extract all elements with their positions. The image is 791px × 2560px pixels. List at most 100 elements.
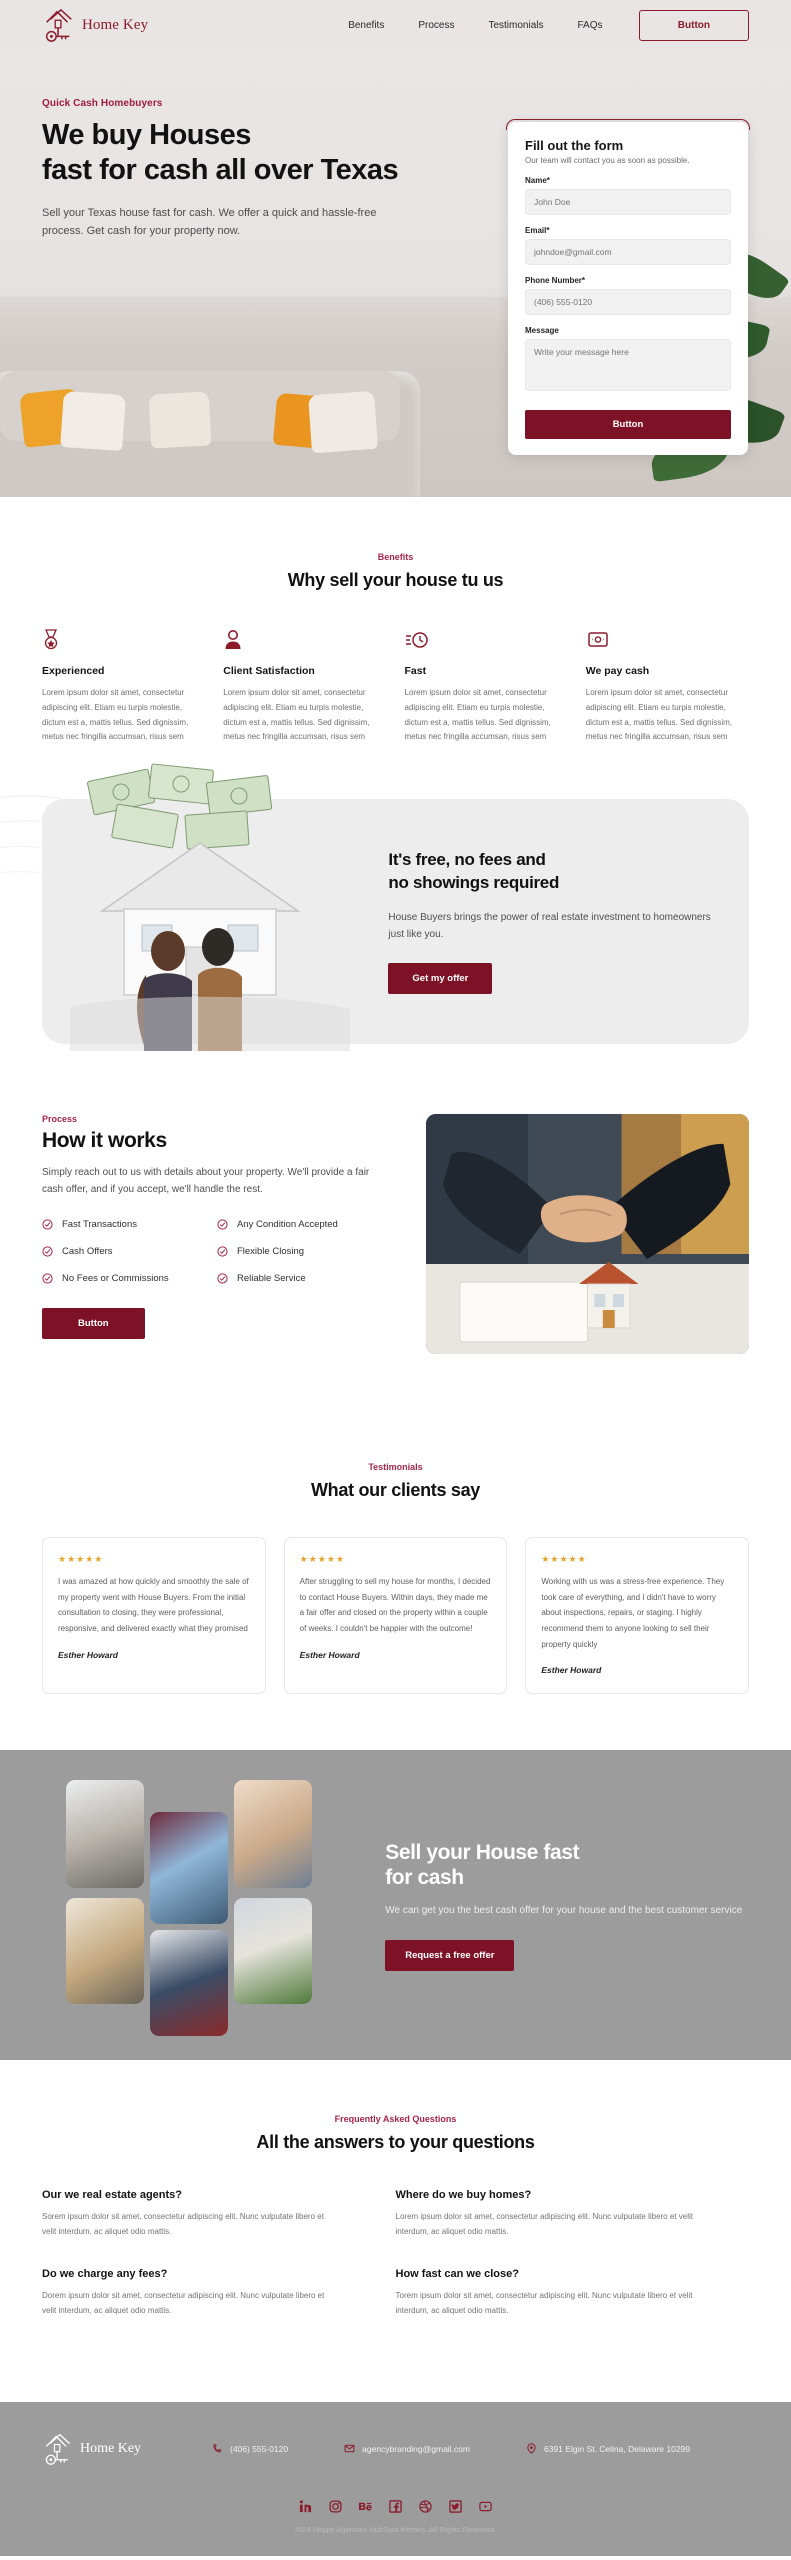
feature-item: Cash Offers xyxy=(42,1246,217,1257)
feature-label: No Fees or Commissions xyxy=(62,1272,169,1284)
feature-label: Fast Transactions xyxy=(62,1218,137,1230)
faq-item[interactable]: How fast can we close? Torem ipsum dolor… xyxy=(396,2268,750,2318)
collage-photo-hands-house xyxy=(66,1780,144,1889)
faq-item[interactable]: Our we real estate agents? Sorem ipsum d… xyxy=(42,2189,396,2239)
name-field-label: Name* xyxy=(525,176,550,185)
benefit-text: Lorem ipsum dolor sit amet, consectetur … xyxy=(223,688,370,742)
benefit-name: Client Satisfaction xyxy=(223,665,315,677)
faq-answer: Dorem ipsum dolor sit amet, consectetur … xyxy=(42,2290,325,2315)
faq-section: Frequently Asked Questions All the answe… xyxy=(0,2060,791,2402)
no-fees-card: It's free, no fees and no showings requi… xyxy=(42,763,749,1052)
person-icon xyxy=(223,629,386,651)
check-circle-icon xyxy=(217,1219,228,1230)
site-footer: Home Key (406) 555-0120 agencybranding@g… xyxy=(0,2401,791,2556)
footer-email-text: agencybranding@gmail.com xyxy=(362,2443,470,2454)
testimonial-author: Esther Howard xyxy=(58,1649,118,1660)
benefit-card-client-satisfaction: Client Satisfaction Lorem ipsum dolor si… xyxy=(223,629,386,745)
feature-item: Reliable Service xyxy=(217,1273,392,1284)
feature-label: Flexible Closing xyxy=(236,1245,305,1257)
main-nav: Benefits Process Testimonials FAQs xyxy=(348,20,602,31)
email-input[interactable] xyxy=(525,239,731,265)
footer-top-row: Home Key (406) 555-0120 agencybranding@g… xyxy=(42,2432,749,2466)
nav-item-testimonials[interactable]: Testimonials xyxy=(488,20,543,31)
footer-address-text: 6391 Elgin St. Celina, Delaware 10299 xyxy=(544,2443,691,2454)
faq-answer: Sorem ipsum dolor sit amet, consectetur … xyxy=(42,2212,324,2237)
check-circle-icon xyxy=(217,1246,228,1257)
process-section: Process How it works Simply reach out to… xyxy=(0,1084,791,1415)
testimonial-card: ★★★★★ Working with us was a stress-free … xyxy=(525,1537,750,1695)
home-key-logo-icon xyxy=(45,2433,71,2465)
get-my-offer-button[interactable]: Get my offer xyxy=(388,963,493,995)
social-links xyxy=(42,2500,749,2513)
rating-stars: ★★★★★ xyxy=(299,1554,346,1565)
footer-brand[interactable]: Home Key xyxy=(42,2432,212,2466)
phone-icon xyxy=(212,2443,223,2454)
youtube-icon[interactable] xyxy=(479,2500,492,2513)
footer-phone[interactable]: (406) 555-0120 xyxy=(212,2443,288,2454)
process-eyebrow: Process xyxy=(42,1114,78,1125)
email-field-label: Email* xyxy=(525,226,550,235)
dribbble-icon[interactable] xyxy=(419,2500,432,2513)
behance-icon[interactable] xyxy=(359,2500,372,2513)
process-image-column xyxy=(425,1114,749,1355)
faq-question: Where do we buy homes? xyxy=(395,2189,532,2202)
faq-item[interactable]: Do we charge any fees? Dorem ipsum dolor… xyxy=(42,2268,396,2318)
brand-logo-group[interactable]: Home Key xyxy=(42,7,148,43)
pillow-white-3 xyxy=(308,390,378,454)
linkedin-icon[interactable] xyxy=(299,2500,312,2513)
feature-item: Fast Transactions xyxy=(42,1219,217,1230)
cta-title-line-1: Sell your House fast xyxy=(385,1840,580,1864)
footer-email[interactable]: agencybranding@gmail.com xyxy=(344,2443,470,2454)
benefit-name: We pay cash xyxy=(585,665,650,677)
nav-item-benefits[interactable]: Benefits xyxy=(348,20,384,31)
benefit-name: Experienced xyxy=(42,665,105,677)
cta-title: Sell your House fast for cash xyxy=(385,1840,749,1890)
form-submit-button[interactable]: Button xyxy=(525,410,731,439)
testimonial-author: Esther Howard xyxy=(299,1649,360,1660)
no-fees-title-line-2: no showings required xyxy=(388,873,560,892)
name-input[interactable] xyxy=(525,189,731,215)
hero-title-line-1: We buy Houses xyxy=(42,119,251,151)
request-free-offer-button[interactable]: Request a free offer xyxy=(385,1939,515,1971)
twitter-icon[interactable] xyxy=(449,2500,462,2513)
hero-section: Quick Cash Homebuyers We buy Houses fast… xyxy=(0,50,791,497)
benefit-name: Fast xyxy=(404,665,427,677)
process-description: Simply reach out to us with details abou… xyxy=(42,1167,370,1195)
nav-item-process[interactable]: Process xyxy=(418,20,454,31)
process-title: How it works xyxy=(42,1129,167,1153)
feature-item: No Fees or Commissions xyxy=(42,1273,217,1284)
no-fees-title: It's free, no fees and no showings requi… xyxy=(388,849,717,895)
cta-text-column: Sell your House fast for cash We can get… xyxy=(367,1840,749,1971)
hero-eyebrow: Quick Cash Homebuyers xyxy=(42,98,163,109)
hero-subtitle: Sell your Texas house fast for cash. We … xyxy=(42,206,377,237)
footer-brand-name: Home Key xyxy=(80,2440,142,2456)
faq-answer: Torem ipsum dolor sit amet, consectetur … xyxy=(395,2290,693,2315)
feature-item: Flexible Closing xyxy=(217,1246,392,1257)
feature-item: Any Condition Accepted xyxy=(217,1219,392,1230)
testimonials-section: Testimonials What our clients say ★★★★★ … xyxy=(0,1414,791,1751)
house-with-money-illustration xyxy=(70,763,350,1052)
clock-icon xyxy=(405,629,568,651)
brand-name: Home Key xyxy=(82,16,149,33)
process-text-column: Process How it works Simply reach out to… xyxy=(42,1114,392,1354)
benefits-grid: Experienced Lorem ipsum dolor sit amet, … xyxy=(42,629,749,745)
phone-input[interactable] xyxy=(525,289,731,315)
faq-grid: Our we real estate agents? Sorem ipsum d… xyxy=(42,2189,749,2346)
message-textarea[interactable] xyxy=(525,339,731,391)
instagram-icon[interactable] xyxy=(329,2500,342,2513)
process-cta-button[interactable]: Button xyxy=(42,1307,145,1339)
facebook-icon[interactable] xyxy=(389,2500,402,2513)
header-cta-button[interactable]: Button xyxy=(638,9,749,41)
handshake-illustration xyxy=(425,1114,749,1355)
form-title: Fill out the form xyxy=(525,138,624,153)
rating-stars: ★★★★★ xyxy=(541,1554,587,1565)
nav-item-faqs[interactable]: FAQs xyxy=(578,20,603,31)
faq-question: How fast can we close? xyxy=(395,2267,519,2280)
feature-label: Any Condition Accepted xyxy=(236,1218,338,1230)
faq-answer: Lorem ipsum dolor sit amet, consectetur … xyxy=(395,2212,693,2237)
benefit-text: Lorem ipsum dolor sit amet, consectetur … xyxy=(585,688,733,742)
check-circle-icon xyxy=(217,1273,228,1284)
faq-title: All the answers to your questions xyxy=(256,2132,535,2153)
footer-contacts: (406) 555-0120 agencybranding@gmail.com … xyxy=(212,2443,691,2455)
faq-item[interactable]: Where do we buy homes? Lorem ipsum dolor… xyxy=(396,2189,750,2239)
